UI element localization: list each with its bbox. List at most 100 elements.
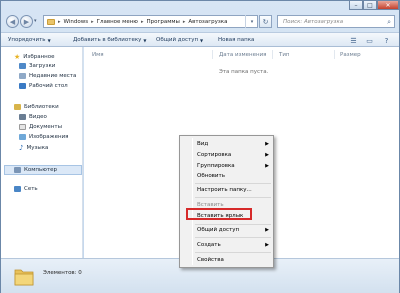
chevron-right-icon[interactable]: ▸	[58, 19, 61, 25]
menu-item-label: Создать	[197, 242, 221, 248]
menu-item-group[interactable]: Группировка ▶	[197, 161, 271, 171]
submenu-arrow-icon: ▶	[265, 227, 269, 233]
submenu-arrow-icon: ▶	[265, 152, 269, 158]
sidebar-item-label: Документы	[29, 124, 62, 130]
menu-item-label: Настроить папку...	[197, 187, 252, 193]
share-button[interactable]: Общий доступ ▼	[156, 37, 203, 43]
column-header-size[interactable]: Размер	[340, 52, 361, 58]
sidebar-item-images[interactable]: Изображения	[19, 134, 68, 140]
organize-label: Упорядочить	[8, 37, 46, 43]
chevron-right-icon[interactable]: ▸	[183, 19, 186, 25]
menu-item-label: Общий доступ	[197, 227, 240, 233]
column-header-type[interactable]: Тип	[279, 52, 290, 58]
menu-item-label: Вид	[197, 141, 209, 147]
context-menu: Вид ▶ Сортировка ▶ Группировка ▶ Обновить Н…	[179, 135, 274, 268]
search-icon[interactable]: ⌕	[387, 18, 391, 27]
folder-icon	[47, 18, 55, 25]
command-bar: Упорядочить ▼ Добавить в библиотеку ▼ Общи…	[1, 32, 399, 47]
chevron-right-icon[interactable]: ▸	[91, 19, 94, 25]
sidebar-item-network[interactable]: Сеть	[14, 186, 38, 192]
desktop-icon	[19, 83, 26, 89]
maximize-button[interactable]: □	[363, 1, 377, 10]
menu-item-label: Свойства	[197, 257, 224, 263]
highlight-box	[186, 208, 252, 220]
back-button[interactable]: ◀	[6, 15, 19, 28]
new-folder-label: Новая папка	[218, 37, 255, 43]
sidebar-item-label: Компьютер	[24, 167, 57, 173]
folder-icon	[14, 269, 34, 286]
column-divider[interactable]	[334, 50, 335, 59]
minimize-button[interactable]: –	[349, 1, 363, 10]
menu-item-customize-folder[interactable]: Настроить папку...	[197, 185, 271, 195]
menu-gutter	[192, 138, 193, 265]
search-input[interactable]: Поиск: Автозагрузка ⌕	[277, 15, 395, 28]
sidebar-item-recent[interactable]: Недавние места	[19, 73, 76, 79]
forward-arrow-icon: ▶	[23, 17, 30, 26]
forward-button[interactable]: ▶	[20, 15, 33, 28]
recent-pages-dropdown[interactable]: ▾	[34, 18, 37, 24]
breadcrumb-startup[interactable]: Автозагрузка	[188, 19, 227, 25]
menu-item-share[interactable]: Общий доступ ▶	[197, 225, 271, 235]
breadcrumb-programs[interactable]: Программы	[146, 19, 179, 25]
menu-item-label: Обновить	[197, 173, 225, 179]
chevron-down-icon: ▼	[143, 37, 147, 43]
sidebar-item-favorites[interactable]: ★ Избранное	[14, 53, 55, 61]
back-arrow-icon: ◀	[9, 17, 16, 26]
refresh-button[interactable]: ↻	[259, 15, 272, 28]
chevron-right-icon[interactable]: ▸	[141, 19, 144, 25]
submenu-arrow-icon: ▶	[265, 141, 269, 147]
recent-places-icon	[19, 73, 26, 79]
images-icon	[19, 134, 26, 140]
close-button[interactable]: ✕	[377, 1, 399, 10]
sidebar-item-label: Рабочий стол	[29, 83, 68, 89]
address-bar[interactable]: ▸ Windows ▸ Главное меню ▸ Программы ▸ А…	[43, 15, 258, 28]
sidebar-item-label: Видео	[29, 114, 47, 120]
libraries-icon	[14, 104, 21, 110]
menu-separator	[195, 252, 271, 253]
menu-separator	[195, 237, 271, 238]
organize-button[interactable]: Упорядочить ▼	[8, 37, 51, 43]
music-icon: ♪	[19, 144, 24, 152]
submenu-arrow-icon: ▶	[265, 242, 269, 248]
column-divider[interactable]	[272, 50, 273, 59]
item-count: Элементов: 0	[43, 270, 82, 276]
sidebar-item-libraries[interactable]: Библиотеки	[14, 104, 59, 110]
sidebar-item-documents[interactable]: Документы	[19, 124, 62, 130]
sidebar-item-computer[interactable]: Компьютер	[4, 165, 82, 175]
column-header-name[interactable]: Имя	[92, 52, 104, 58]
documents-icon	[19, 124, 26, 130]
preview-pane-icon[interactable]: ▭	[365, 36, 374, 45]
column-divider[interactable]	[212, 50, 213, 59]
menu-item-create[interactable]: Создать ▶	[197, 240, 271, 250]
sidebar-item-desktop[interactable]: Рабочий стол	[19, 83, 68, 89]
menu-separator	[195, 183, 271, 184]
navigation-pane: ★ Избранное Загрузки Недавние места Рабо…	[1, 47, 83, 258]
menu-item-refresh[interactable]: Обновить	[197, 171, 271, 181]
sidebar-item-label: Загрузки	[29, 63, 56, 69]
sidebar-item-video[interactable]: Видео	[19, 114, 47, 120]
menu-item-properties[interactable]: Свойства	[197, 255, 271, 265]
sidebar-item-label: Библиотеки	[24, 104, 59, 110]
menu-item-sort[interactable]: Сортировка ▶	[197, 150, 271, 160]
menu-item-label: Группировка	[197, 163, 235, 169]
sidebar-item-downloads[interactable]: Загрузки	[19, 63, 55, 69]
add-to-library-button[interactable]: Добавить в библиотеку ▼	[73, 37, 146, 43]
breadcrumb-windows[interactable]: Windows	[64, 19, 89, 25]
help-icon[interactable]: ?	[382, 36, 391, 45]
sidebar-item-label: Избранное	[23, 54, 55, 60]
refresh-icon: ↻	[262, 17, 269, 26]
menu-item-view[interactable]: Вид ▶	[197, 139, 271, 149]
search-placeholder: Поиск: Автозагрузка	[283, 18, 344, 25]
network-icon	[14, 186, 21, 192]
column-header-date[interactable]: Дата изменения	[219, 52, 266, 58]
breadcrumb-start-menu[interactable]: Главное меню	[97, 19, 138, 25]
sidebar-item-label: Сеть	[24, 186, 38, 192]
window-controls: – □ ✕	[349, 1, 399, 10]
view-options-icon[interactable]: ☰	[349, 36, 358, 45]
address-dropdown[interactable]: ▾	[245, 15, 258, 28]
add-to-library-label: Добавить в библиотеку	[73, 37, 142, 43]
downloads-icon	[19, 63, 26, 69]
new-folder-button[interactable]: Новая папка	[218, 37, 254, 43]
submenu-arrow-icon: ▶	[265, 163, 269, 169]
sidebar-item-music[interactable]: ♪ Музыка	[19, 144, 48, 152]
